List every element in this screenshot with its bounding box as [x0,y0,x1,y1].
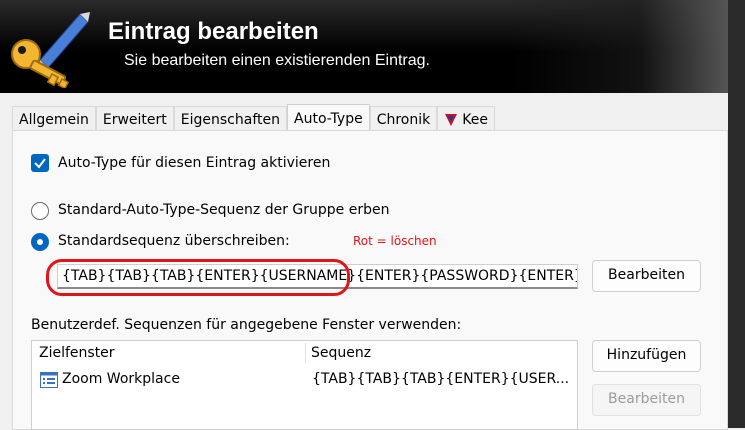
tab-kee[interactable]: Kee [437,106,495,132]
tab-erweitert[interactable]: Erweitert [95,106,174,132]
column-header-sequence[interactable]: Sequenz [311,345,371,361]
red-highlight-ellipse [46,259,350,296]
tab-allgemein[interactable]: Allgemein [12,106,96,132]
tab-auto-type[interactable]: Auto-Type [287,104,370,132]
enable-autotype-checkbox[interactable] [31,154,49,172]
inherit-sequence-label: Standard-Auto-Type-Sequenz der Gruppe er… [58,202,390,218]
dialog-subtitle: Sie bearbeiten einen existierenden Eintr… [124,52,430,69]
tab-label: Kee [462,111,488,128]
tab-label: Allgemein [19,111,89,128]
key-pen-icon [11,12,90,88]
custom-sequences-list[interactable]: Zielfenster Sequenz Zoom Workplace {TAB}… [31,340,578,430]
custom-sequences-label: Benutzerdef. Sequenzen für angegebene Fe… [31,317,462,333]
banner-gradient [508,0,728,93]
override-sequence-radio[interactable] [31,233,49,251]
edit-custom-sequence-button[interactable]: Bearbeiten [592,384,701,416]
column-divider[interactable] [305,343,306,363]
tab-eigenschaften[interactable]: Eigenschaften [173,106,287,132]
tab-chronik[interactable]: Chronik [369,106,438,132]
tab-label: Erweitert [102,111,167,128]
list-item[interactable]: Zoom Workplace {TAB}{TAB}{TAB}{ENTER}{US… [36,370,576,392]
add-sequence-button[interactable]: Hinzufügen [592,340,701,372]
dialog-title: Eintrag bearbeiten [108,18,319,45]
tab-label: Auto-Type [294,110,363,127]
kee-icon [445,113,458,126]
red-annotation-text: Rot = löschen [353,234,437,248]
window-list-icon [40,372,58,388]
dark-background-edge [728,0,745,428]
tab-label: Eigenschaften [180,111,280,128]
column-header-window[interactable]: Zielfenster [39,345,115,361]
tab-bar: Allgemein Erweitert Eigenschaften Auto-T… [12,104,495,132]
enable-autotype-label: Auto-Type für diesen Eintrag aktivieren [58,155,331,171]
row-sequence: {TAB}{TAB}{TAB}{ENTER}{USER... [312,371,570,387]
row-window-name: Zoom Workplace [62,371,180,387]
override-sequence-label: Standardsequenz überschreiben: [58,233,290,249]
header-banner: Eintrag bearbeiten Sie bearbeiten einen … [0,0,728,93]
edit-sequence-button[interactable]: Bearbeiten [592,260,701,292]
checkmark-icon [34,158,46,169]
tab-label: Chronik [376,111,431,128]
inherit-sequence-radio[interactable] [31,202,49,220]
